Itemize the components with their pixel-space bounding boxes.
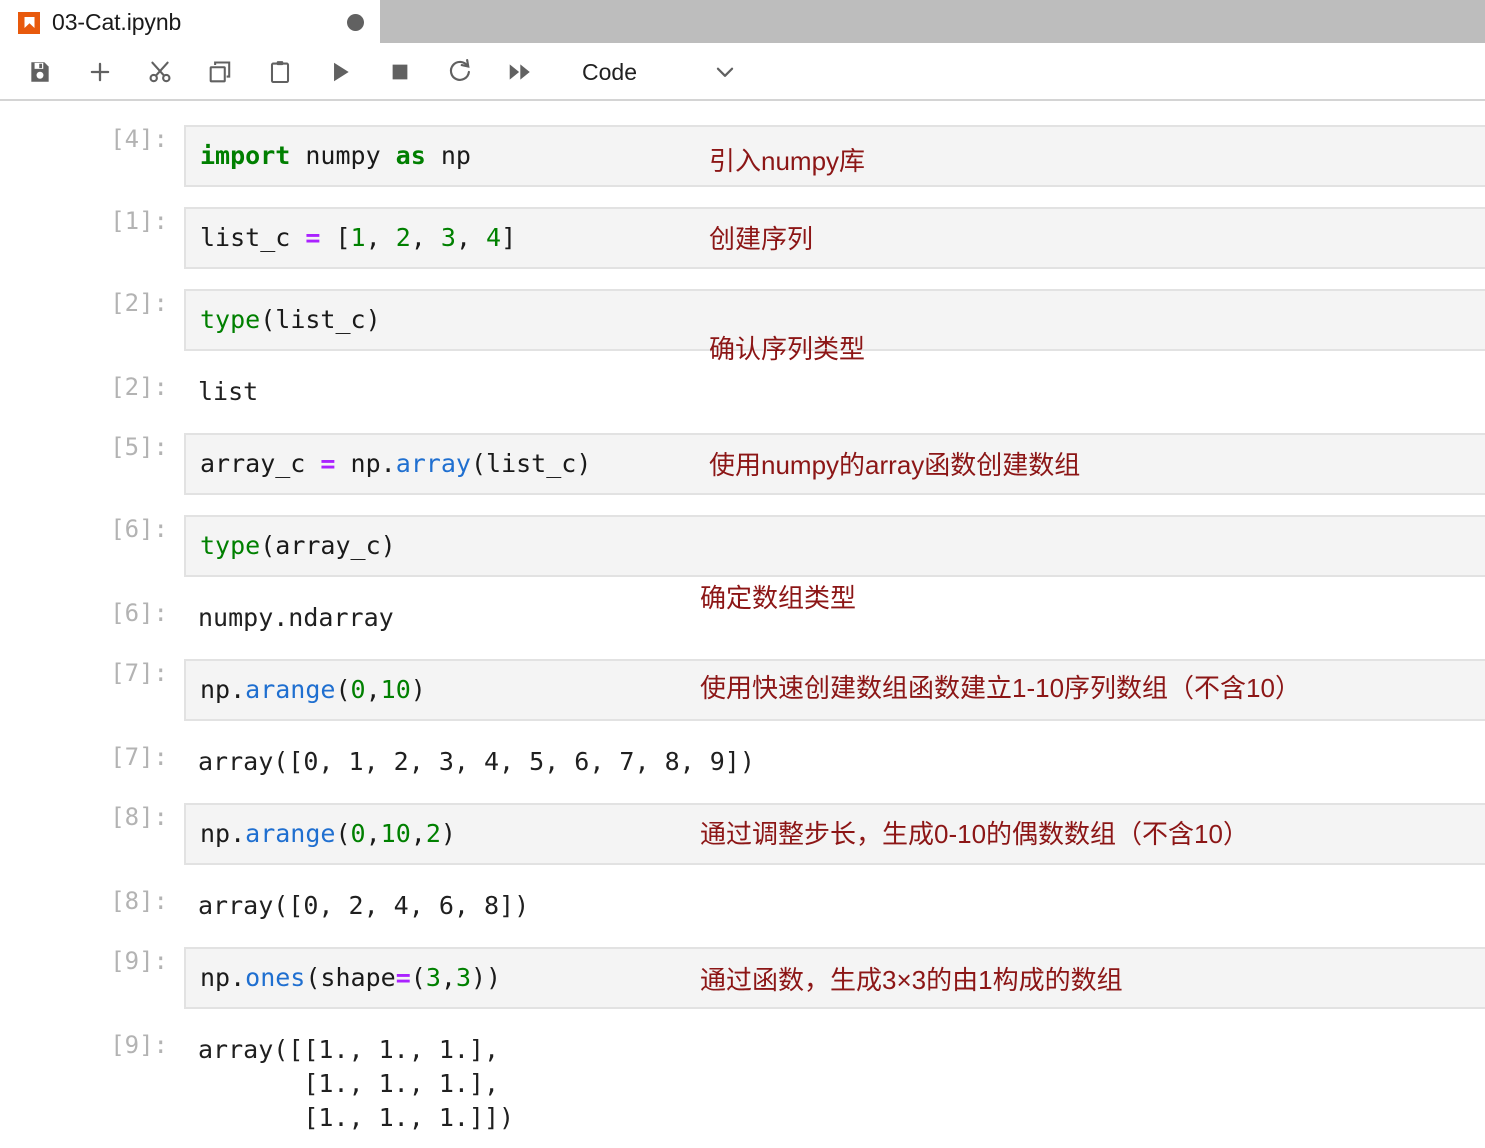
code-editor[interactable]: np.arange(0,10,2) — [184, 803, 1485, 865]
code-editor[interactable]: np.arange(0,10) — [184, 659, 1485, 721]
input-prompt: [8]: — [110, 803, 168, 831]
notebook-cell[interactable]: [5]: array_c = np.array(list_c) — [0, 433, 1485, 495]
notebook-tab[interactable]: 03-Cat.ipynb — [0, 0, 380, 45]
cell-type-select[interactable]: Code — [582, 52, 738, 92]
code-line: list_c = [1, 2, 3, 4] — [200, 223, 517, 252]
unsaved-indicator-icon — [347, 14, 364, 31]
notebook-cell[interactable]: [4]: import numpy as np — [0, 125, 1485, 187]
input-prompt: [9]: — [110, 947, 168, 975]
code-line: np.arange(0,10,2) — [200, 819, 456, 848]
insert-cell-button[interactable] — [78, 52, 122, 92]
cell-input-row: [7]: np.arange(0,10) — [0, 659, 1485, 721]
code-line: import numpy as np — [200, 141, 471, 170]
input-prompt: [7]: — [110, 659, 168, 687]
notebook-toolbar: Code — [0, 45, 1485, 101]
paste-button[interactable] — [258, 52, 302, 92]
output-area: list — [184, 373, 1485, 411]
output-text: numpy.ndarray — [198, 603, 394, 632]
code-editor[interactable]: list_c = [1, 2, 3, 4] — [184, 207, 1485, 269]
notebook-icon — [18, 11, 40, 34]
cell-output-row: [9]: array([[1., 1., 1.], [1., 1., 1.], [… — [0, 1031, 1485, 1137]
restart-and-run-all-button[interactable] — [498, 52, 542, 92]
save-button[interactable] — [18, 52, 62, 92]
restart-kernel-button[interactable] — [438, 52, 482, 92]
code-editor[interactable]: import numpy as np — [184, 125, 1485, 187]
notebook-cell[interactable]: [1]: list_c = [1, 2, 3, 4] — [0, 207, 1485, 269]
code-editor[interactable]: np.ones(shape=(3,3)) — [184, 947, 1485, 1009]
cell-output-row: [2]: list — [0, 373, 1485, 411]
notebook-cell-list: [4]: import numpy as np [1]: list_c = [1, 2… — [0, 125, 1485, 1137]
output-prompt: [2]: — [110, 373, 168, 401]
tab-bar: 03-Cat.ipynb — [0, 0, 1485, 45]
output-area: array([0, 1, 2, 3, 4, 5, 6, 7, 8, 9]) — [184, 743, 1485, 781]
output-text: array([0, 2, 4, 6, 8]) — [198, 891, 530, 920]
cell-output-row: [7]: array([0, 1, 2, 3, 4, 5, 6, 7, 8, 9]… — [0, 743, 1485, 781]
notebook-cell[interactable]: [7]: np.arange(0,10) [7]: array([0, 1, 2, 3… — [0, 659, 1485, 781]
cell-input-row: [6]: type(array_c) — [0, 515, 1485, 577]
code-line: np.arange(0,10) — [200, 675, 426, 704]
stop-button[interactable] — [378, 52, 422, 92]
input-prompt: [1]: — [110, 207, 168, 235]
code-line: type(array_c) — [200, 531, 396, 560]
code-editor[interactable]: array_c = np.array(list_c) — [184, 433, 1485, 495]
cell-input-row: [1]: list_c = [1, 2, 3, 4] — [0, 207, 1485, 269]
cut-button[interactable] — [138, 52, 182, 92]
notebook-cell[interactable]: [9]: np.ones(shape=(3,3)) [9]: array([[1., … — [0, 947, 1485, 1137]
cell-output-row: [6]: numpy.ndarray — [0, 599, 1485, 637]
cell-input-row: [9]: np.ones(shape=(3,3)) — [0, 947, 1485, 1009]
output-prompt: [7]: — [110, 743, 168, 771]
code-line: type(list_c) — [200, 305, 381, 334]
cell-input-row: [5]: array_c = np.array(list_c) — [0, 433, 1485, 495]
input-prompt: [2]: — [110, 289, 168, 317]
output-prompt: [9]: — [110, 1031, 168, 1059]
tab-title: 03-Cat.ipynb — [52, 9, 182, 35]
notebook-cell[interactable]: [8]: np.arange(0,10,2) [8]: array([0, 2, 4,… — [0, 803, 1485, 925]
copy-button[interactable] — [198, 52, 242, 92]
output-text: list — [198, 377, 259, 406]
cell-input-row: [2]: type(list_c) — [0, 289, 1485, 351]
output-area: array([[1., 1., 1.], [1., 1., 1.], [1., … — [184, 1031, 1485, 1137]
cell-input-row: [4]: import numpy as np — [0, 125, 1485, 187]
input-prompt: [5]: — [110, 433, 168, 461]
cell-input-row: [8]: np.arange(0,10,2) — [0, 803, 1485, 865]
output-prompt: [6]: — [110, 599, 168, 627]
code-editor[interactable]: type(array_c) — [184, 515, 1485, 577]
code-line: array_c = np.array(list_c) — [200, 449, 592, 478]
output-text: array([0, 1, 2, 3, 4, 5, 6, 7, 8, 9]) — [198, 747, 755, 776]
code-editor[interactable]: type(list_c) — [184, 289, 1485, 351]
output-text: array([[1., 1., 1.], [1., 1., 1.], [1., … — [198, 1035, 515, 1132]
cell-output-row: [8]: array([0, 2, 4, 6, 8]) — [0, 887, 1485, 925]
notebook-cell[interactable]: [2]: type(list_c) [2]: list — [0, 289, 1485, 411]
output-area: array([0, 2, 4, 6, 8]) — [184, 887, 1485, 925]
code-line: np.ones(shape=(3,3)) — [200, 963, 502, 992]
input-prompt: [6]: — [110, 515, 168, 543]
run-button[interactable] — [318, 52, 362, 92]
cell-type-value: Code — [582, 58, 637, 85]
notebook-cell[interactable]: [6]: type(array_c) [6]: numpy.ndarray — [0, 515, 1485, 637]
chevron-down-icon — [712, 59, 738, 85]
output-prompt: [8]: — [110, 887, 168, 915]
input-prompt: [4]: — [110, 125, 168, 153]
output-area: numpy.ndarray — [184, 599, 1485, 637]
